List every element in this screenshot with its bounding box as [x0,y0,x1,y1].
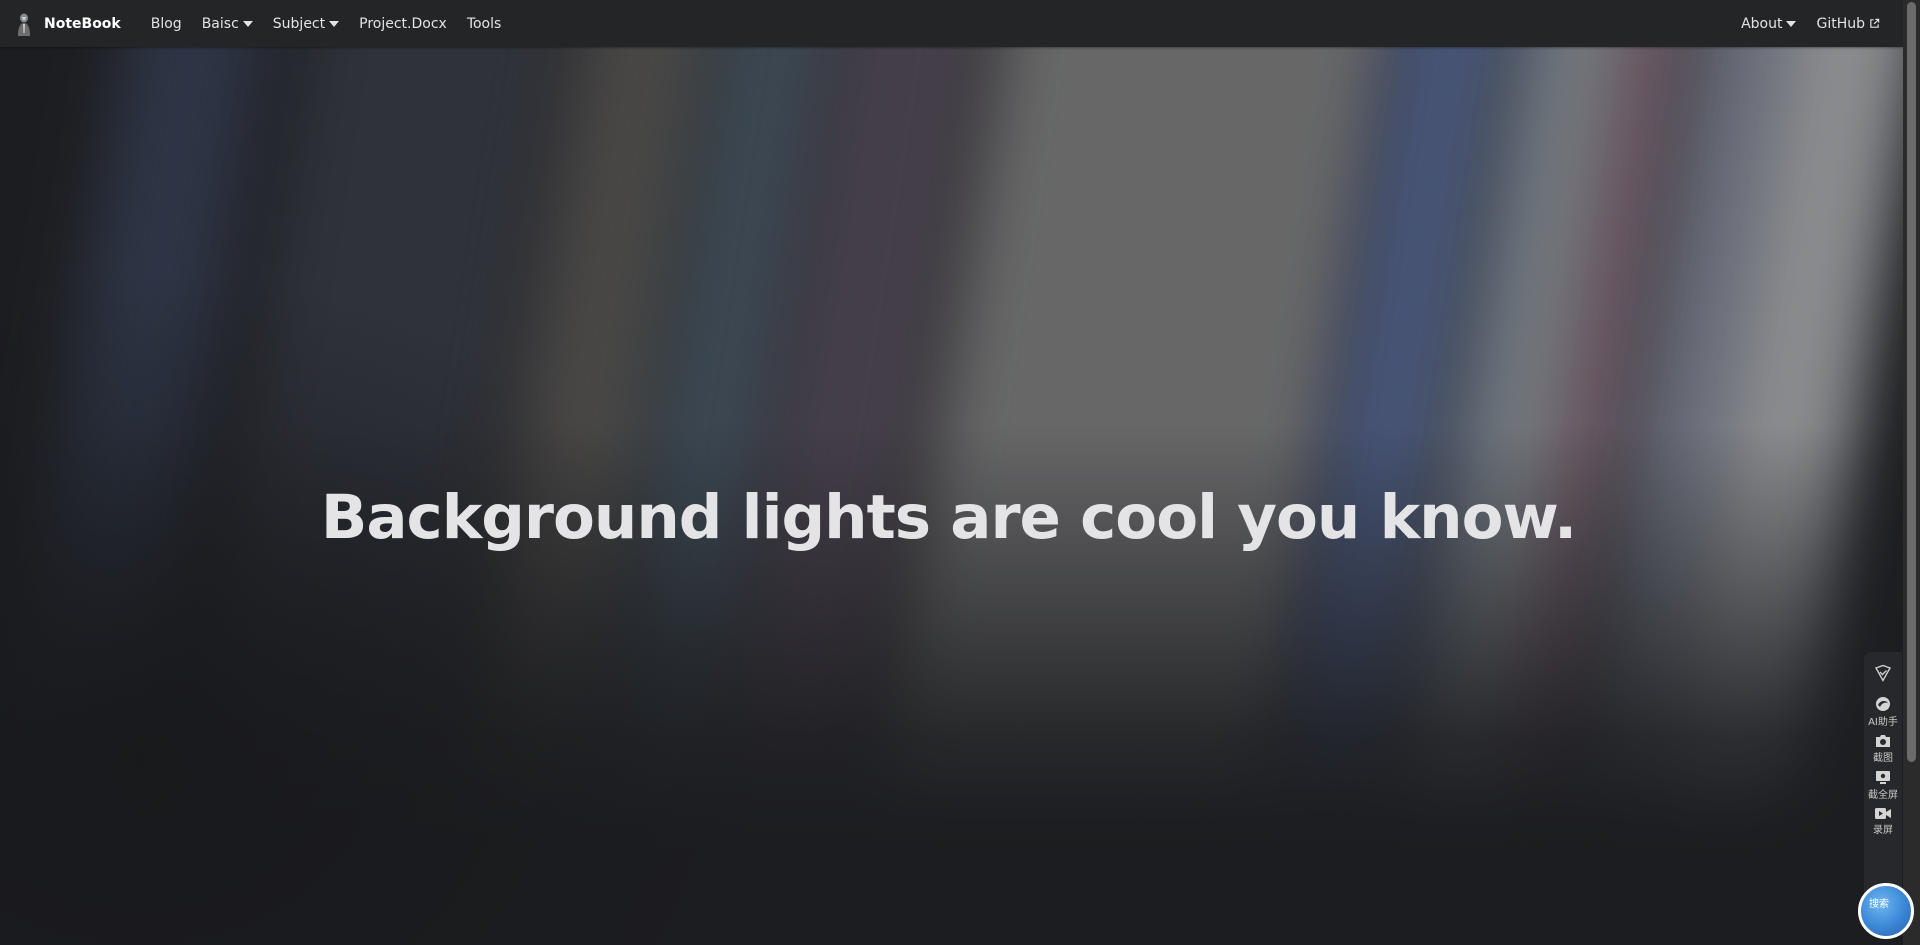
caret-down-icon [329,21,340,27]
nav-item-label: Baisc [201,15,239,32]
page-scrollbar[interactable] [1903,0,1920,945]
nav-item-about[interactable]: About [1731,0,1806,47]
nav-item-project-docx[interactable]: Project.Docx [349,0,457,47]
nav-item-label: Blog [150,15,182,32]
hero-section: Background lights are cool you know. [0,0,1903,945]
scrollbar-thumb[interactable] [1907,2,1916,762]
tool-label: 截全屏 [1868,790,1898,801]
page: Background lights are cool you know. Not… [0,0,1920,945]
brand-logo-icon [13,10,35,37]
tool-label: 截图 [1873,753,1893,764]
shield-check-icon [1874,664,1892,682]
navbar-right: About GitHub [1731,0,1890,47]
nav-item-label: Project.Docx [359,15,447,32]
nav-item-github[interactable]: GitHub [1806,0,1890,47]
brand-title: NoteBook [44,15,121,32]
tool-screen-record[interactable]: 录屏 [1873,807,1893,836]
assistant-bubble-button[interactable]: 搜索 [1858,883,1914,939]
nav-item-label: Tools [466,15,502,32]
video-camera-icon [1875,808,1891,819]
monitor-icon [1876,771,1890,784]
external-link-icon [1870,18,1880,28]
hero-shade [0,0,1903,945]
tool-label: 录屏 [1873,825,1893,836]
nav-item-label: GitHub [1816,15,1865,32]
bubble-label: 搜索 [1869,899,1889,910]
tool-screenshot[interactable]: 截图 [1873,734,1893,764]
tool-shield[interactable] [1874,664,1892,682]
tool-label: AI助手 [1868,717,1898,728]
nav-item-blog[interactable]: Blog [141,0,192,47]
nav-item-label: Subject [272,15,326,32]
caret-down-icon [1786,21,1797,27]
nav-item-subject[interactable]: Subject [263,0,349,47]
camera-icon [1876,735,1890,747]
nav-item-tools[interactable]: Tools [457,0,512,47]
top-navbar: NoteBook Blog Baisc Subject Project.Docx… [0,0,1903,47]
ai-assistant-icon [1875,697,1890,711]
nav-item-label: About [1741,15,1783,32]
caret-down-icon [242,21,253,27]
tool-ai-assistant[interactable]: AI助手 [1868,696,1898,728]
nav-item-baisc[interactable]: Baisc [192,0,263,47]
brand-link[interactable]: NoteBook [13,10,121,37]
hero-headline: Background lights are cool you know. [320,482,1577,553]
tool-fullscreen-capture[interactable]: 截全屏 [1868,770,1898,801]
side-toolbar: AI助手 截图 截全屏 录屏 [1864,652,1902,902]
